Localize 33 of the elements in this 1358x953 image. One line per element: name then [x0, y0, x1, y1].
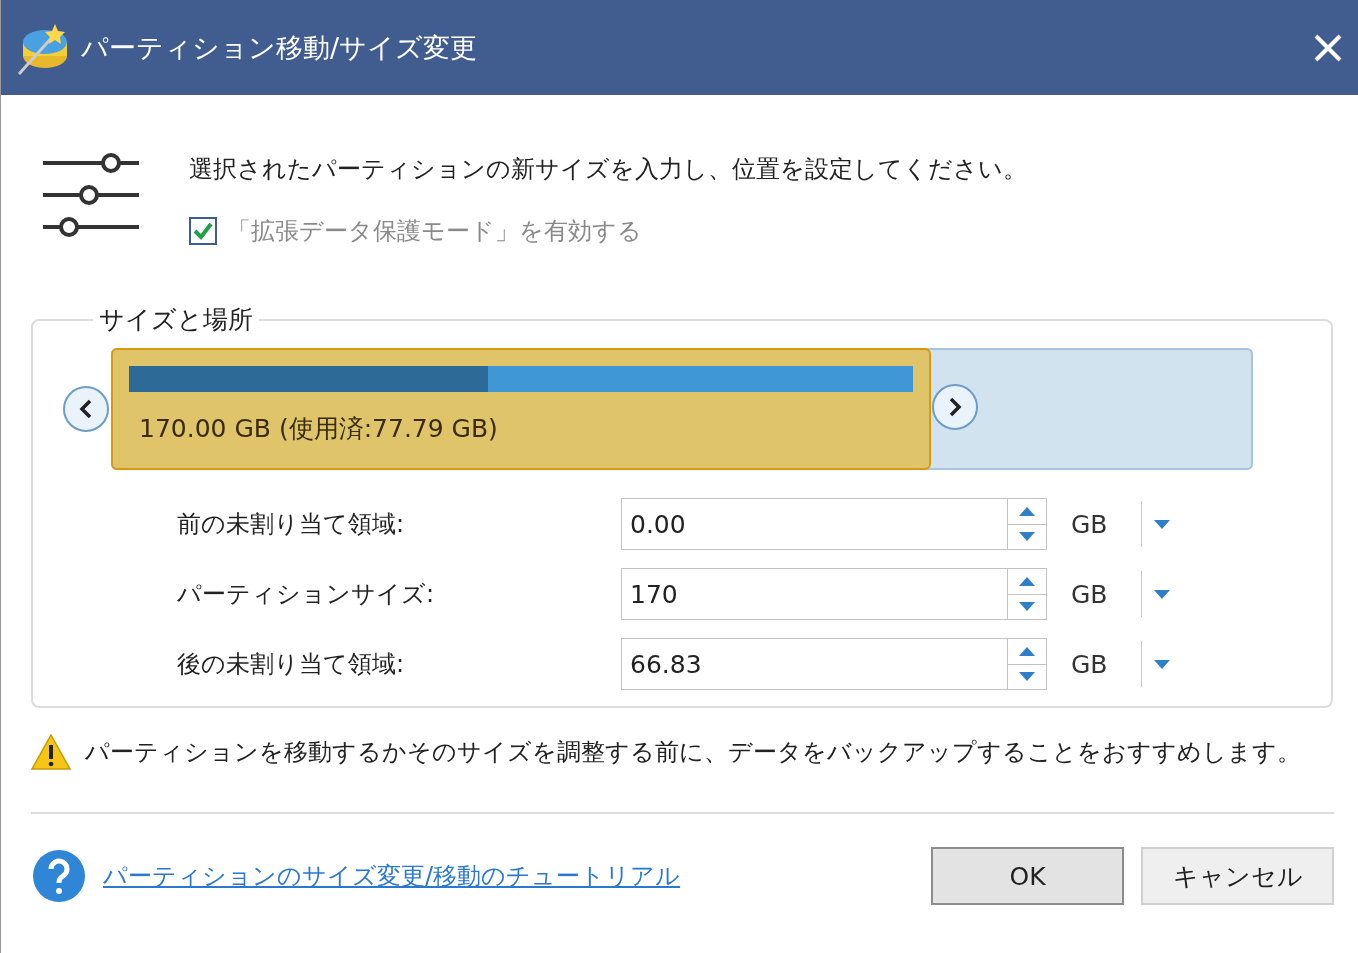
unit-dropdown[interactable]: GB	[1071, 639, 1170, 689]
tutorial-link[interactable]: パーティションのサイズ変更/移動のチュートリアル	[103, 860, 914, 892]
chevron-left-icon	[79, 399, 93, 419]
input-field[interactable]: 0.00	[621, 498, 1008, 550]
check-icon	[193, 222, 213, 240]
down-triangle-icon	[1019, 532, 1035, 542]
up-triangle-icon	[1019, 646, 1035, 656]
group-title: サイズと場所	[98, 304, 254, 336]
chevron-right-icon	[947, 397, 962, 417]
unit-dropdown[interactable]: GB	[1071, 499, 1170, 549]
warning-text: パーティションを移動するかそのサイズを調整する前に、データをバックアップすることをおすすめします。	[85, 737, 1301, 768]
input-field[interactable]: 170	[621, 568, 1008, 620]
move-left-button[interactable]	[63, 386, 109, 432]
field-label: パーティションサイズ:	[176, 579, 436, 610]
down-triangle-icon	[1019, 672, 1035, 682]
instruction-text: 選択されたパーティションの新サイズを入力し、位置を設定してください。	[189, 154, 1027, 185]
up-triangle-icon	[1019, 506, 1035, 516]
partition-size-text: 170.00 GB (使用済:77.79 GB)	[139, 413, 499, 445]
up-triangle-icon	[1019, 576, 1035, 586]
field-label: 前の未割り当て領域:	[176, 509, 406, 540]
input-field[interactable]: 66.83	[621, 638, 1008, 690]
down-triangle-icon	[1019, 602, 1035, 612]
warning-icon	[31, 734, 71, 770]
help-icon	[33, 850, 85, 902]
ok-button[interactable]: OK	[931, 847, 1124, 905]
cancel-button[interactable]: キャンセル	[1141, 847, 1334, 905]
field-label: 後の未割り当て領域:	[176, 649, 406, 680]
window-title: パーティション移動/サイズ変更	[81, 30, 479, 65]
caret-icon	[1154, 589, 1170, 599]
unit-dropdown[interactable]: GB	[1071, 569, 1170, 619]
caret-icon	[1154, 659, 1170, 669]
sliders-icon	[43, 153, 139, 239]
caret-icon	[1154, 519, 1170, 529]
